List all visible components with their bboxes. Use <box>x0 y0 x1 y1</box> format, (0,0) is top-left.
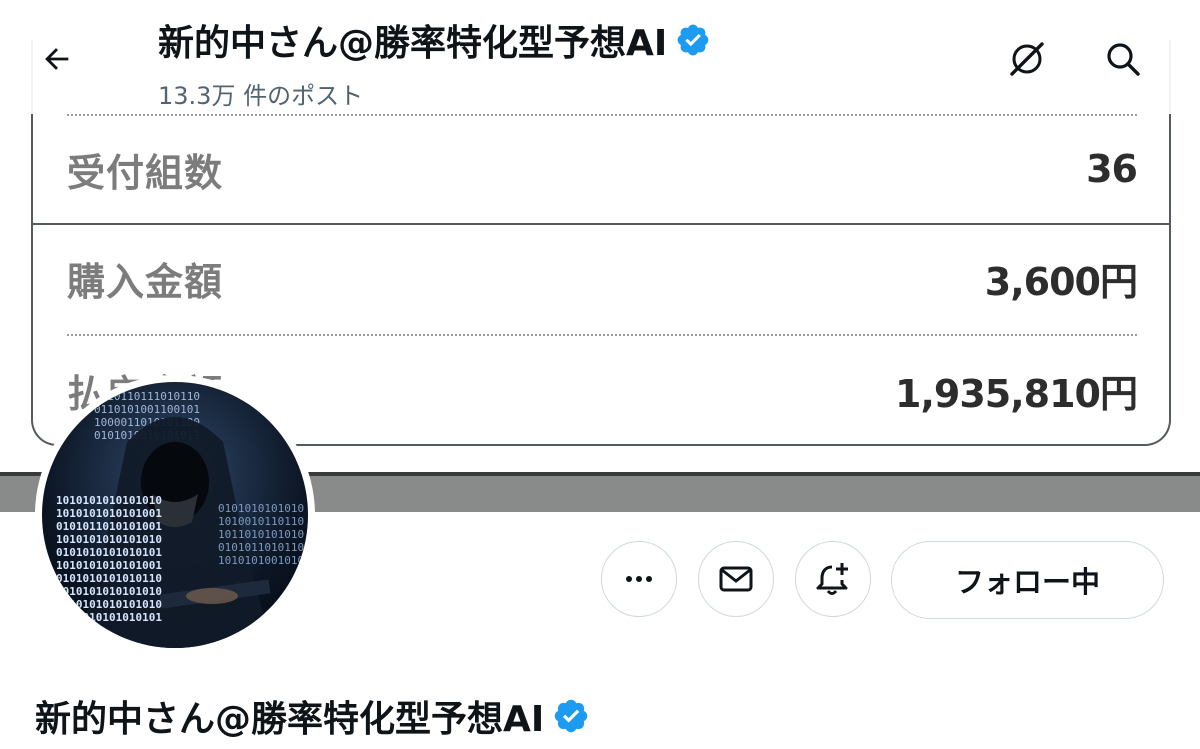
header-title-text: 新的中さん@勝率特化型予想AI <box>158 23 668 64</box>
back-button[interactable] <box>30 32 84 86</box>
more-horizontal-icon <box>626 576 652 582</box>
search-icon <box>1107 43 1140 76</box>
avatar[interactable]: 1010110111010110 0110101001100101 100001… <box>35 375 315 655</box>
dotted-divider <box>67 334 1137 336</box>
stat-label: 受付組数 <box>67 150 224 195</box>
notify-button[interactable] <box>795 541 871 617</box>
bell-plus-icon <box>816 563 848 595</box>
stat-value: 3,600円 <box>984 259 1138 304</box>
stat-row-count: 受付組数 36 <box>67 140 1138 198</box>
dotted-divider <box>67 114 1137 116</box>
stat-value: 36 <box>1086 147 1138 191</box>
stat-label: 購入金額 <box>67 259 224 304</box>
verified-badge-icon <box>677 24 709 56</box>
verified-badge-icon[interactable] <box>552 697 590 735</box>
search-button[interactable] <box>1098 34 1148 84</box>
grok-icon <box>1010 42 1044 76</box>
avatar-binary-text: 0101010101010 1010010110110 101101010101… <box>218 502 305 567</box>
profile-name: 新的中さん@勝率特化型予想AI <box>35 690 590 742</box>
avatar-image: 1010110111010110 0110101001100101 100001… <box>42 382 308 648</box>
avatar-binary-text: 1010101010101010 1010101010101001 010101… <box>56 494 162 624</box>
mail-icon <box>719 566 753 592</box>
top-header: 新的中さん@勝率特化型予想AI 13.3万 件のポスト <box>0 0 1200 114</box>
stat-row-purchase: 購入金額 3,600円 <box>67 248 1138 308</box>
grok-button[interactable] <box>1002 34 1052 84</box>
arrow-left-icon <box>45 48 69 70</box>
more-button[interactable] <box>601 541 677 617</box>
header-title: 新的中さん@勝率特化型予想AI <box>158 14 711 66</box>
profile-name-text: 新的中さん@勝率特化型予想AI <box>35 699 545 740</box>
message-button[interactable] <box>698 541 774 617</box>
following-button[interactable]: フォロー中 <box>891 541 1164 619</box>
stat-value: 1,935,810円 <box>895 371 1138 416</box>
post-count: 13.3万 件のポスト <box>158 82 364 110</box>
solid-divider <box>33 223 1169 225</box>
